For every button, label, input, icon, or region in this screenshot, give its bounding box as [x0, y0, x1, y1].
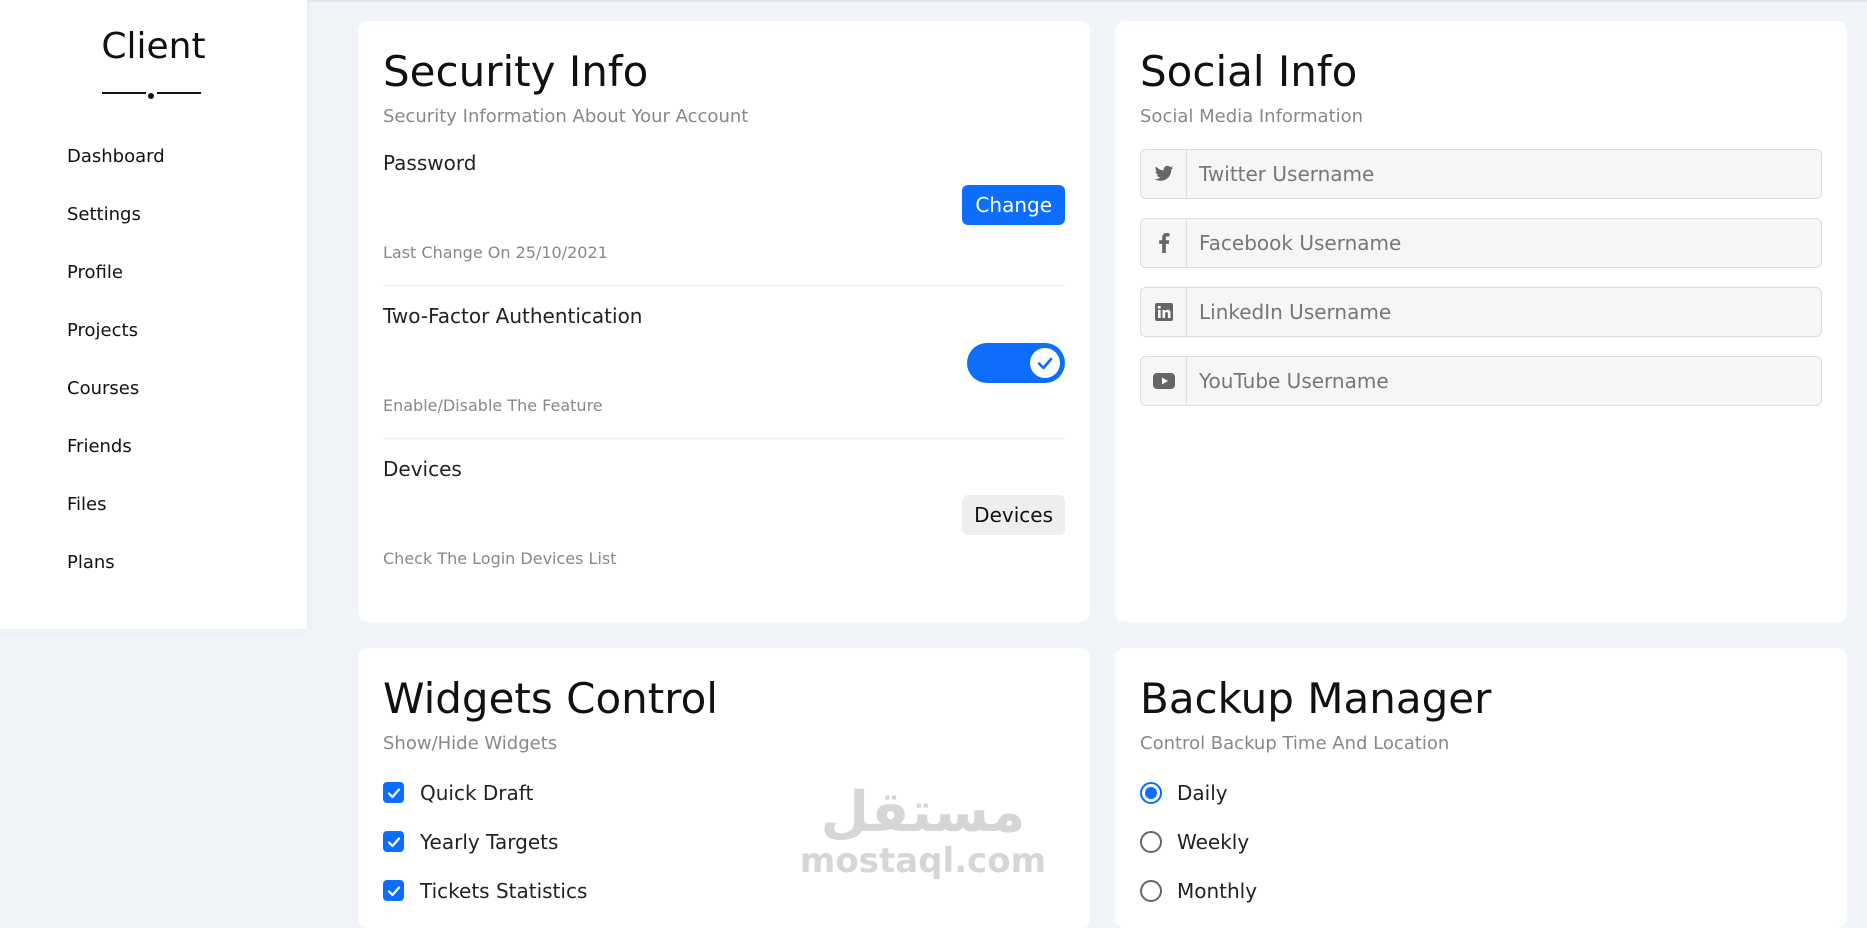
widget-label: Tickets Statistics	[420, 878, 588, 903]
widget-label: Yearly Targets	[420, 829, 559, 854]
backup-subtitle: Control Backup Time And Location	[1140, 733, 1450, 754]
sidebar-nav: Dashboard Settings Profile Projects Cour…	[0, 135, 307, 599]
mostaql-watermark: مستقل mostaql.com	[799, 780, 1046, 881]
watermark-arabic: مستقل	[820, 780, 1026, 845]
two-factor-row: Two-Factor Authentication Enable/Disable…	[383, 286, 1065, 439]
password-label: Password	[383, 151, 477, 175]
security-subtitle: Security Information About Your Account	[383, 106, 749, 127]
two-factor-note: Enable/Disable The Feature	[383, 396, 603, 415]
social-title: Social Info	[1140, 47, 1358, 96]
facebook-field	[1140, 218, 1822, 268]
security-info-card: Security Info Security Information About…	[358, 21, 1090, 622]
sidebar-item-settings[interactable]: Settings	[0, 193, 307, 251]
backup-option-label: Monthly	[1177, 878, 1258, 903]
backup-option-monthly[interactable]: Monthly	[1140, 866, 1822, 915]
twitter-icon	[1141, 150, 1187, 198]
backup-option-weekly[interactable]: Weekly	[1140, 817, 1822, 866]
sidebar-item-friends[interactable]: Friends	[0, 425, 307, 483]
sidebar-item-plans[interactable]: Plans	[0, 541, 307, 599]
security-rows: Password Change Last Change On 25/10/202…	[383, 133, 1065, 592]
brand-underline-dot	[148, 93, 154, 99]
checkbox-checked-icon[interactable]	[383, 880, 404, 901]
devices-row: Devices Devices Check The Login Devices …	[383, 439, 1065, 592]
brand-title: Client	[101, 26, 206, 67]
two-factor-toggle[interactable]	[967, 343, 1065, 383]
linkedin-icon	[1141, 288, 1187, 336]
toggle-knob	[1030, 348, 1060, 378]
backup-option-label: Weekly	[1177, 829, 1250, 854]
password-row: Password Change Last Change On 25/10/202…	[383, 133, 1065, 286]
youtube-field	[1140, 356, 1822, 406]
backup-manager-card: Backup Manager Control Backup Time And L…	[1115, 648, 1847, 928]
check-icon	[1037, 357, 1053, 370]
backup-options: Daily Weekly Monthly	[1140, 768, 1822, 915]
security-title: Security Info	[383, 47, 649, 96]
password-last-change: Last Change On 25/10/2021	[383, 243, 608, 262]
linkedin-field	[1140, 287, 1822, 337]
watermark-latin: mostaql.com	[799, 841, 1046, 881]
devices-note: Check The Login Devices List	[383, 549, 617, 568]
social-fields	[1140, 149, 1822, 406]
backup-option-daily[interactable]: Daily	[1140, 768, 1822, 817]
widgets-control-card: Widgets Control Show/Hide Widgets Quick …	[358, 648, 1090, 928]
change-password-button[interactable]: Change	[962, 185, 1065, 225]
radio-selected-icon[interactable]	[1140, 781, 1162, 804]
social-subtitle: Social Media Information	[1140, 106, 1364, 127]
widget-label: Quick Draft	[420, 780, 534, 805]
youtube-icon	[1141, 357, 1187, 405]
linkedin-username-input[interactable]	[1187, 288, 1821, 336]
checkbox-checked-icon[interactable]	[383, 782, 404, 803]
widgets-title: Widgets Control	[383, 674, 718, 723]
twitter-username-input[interactable]	[1187, 150, 1821, 198]
twitter-field	[1140, 149, 1822, 199]
radio-unselected-icon[interactable]	[1140, 830, 1162, 853]
brand-underline-left	[102, 92, 146, 94]
sidebar: Client Dashboard Settings Profile Projec…	[0, 0, 307, 629]
sidebar-item-dashboard[interactable]: Dashboard	[0, 135, 307, 193]
checkbox-checked-icon[interactable]	[383, 831, 404, 852]
sidebar-item-profile[interactable]: Profile	[0, 251, 307, 309]
two-factor-label: Two-Factor Authentication	[383, 304, 643, 328]
backup-option-label: Daily	[1177, 780, 1228, 805]
sidebar-item-files[interactable]: Files	[0, 483, 307, 541]
facebook-username-input[interactable]	[1187, 219, 1821, 267]
sidebar-item-courses[interactable]: Courses	[0, 367, 307, 425]
brand-underline-right	[157, 92, 201, 94]
sidebar-item-projects[interactable]: Projects	[0, 309, 307, 367]
devices-button[interactable]: Devices	[962, 495, 1065, 535]
devices-label: Devices	[383, 457, 462, 481]
facebook-icon	[1141, 219, 1187, 267]
backup-title: Backup Manager	[1140, 674, 1492, 723]
youtube-username-input[interactable]	[1187, 357, 1821, 405]
social-info-card: Social Info Social Media Information	[1115, 21, 1847, 622]
radio-unselected-icon[interactable]	[1140, 879, 1162, 902]
widgets-subtitle: Show/Hide Widgets	[383, 733, 558, 754]
